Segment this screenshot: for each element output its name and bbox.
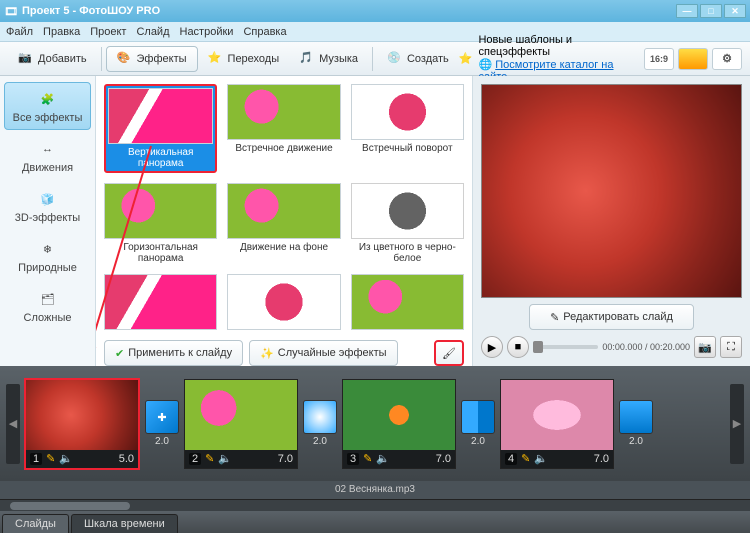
- motion-icon: ↔: [37, 138, 59, 160]
- titlebar: 🎞 Проект 5 - ФотоШОУ PRO — □ ✕: [0, 0, 750, 22]
- maximize-button[interactable]: □: [700, 4, 722, 18]
- transitions-tab[interactable]: ⭐Переходы: [198, 47, 290, 71]
- tab-timeline[interactable]: Шкала времени: [71, 514, 178, 533]
- music-icon: 🎵: [299, 51, 315, 67]
- gear-icon: ⚙: [722, 52, 732, 65]
- effect-item[interactable]: [104, 274, 217, 330]
- effect-item[interactable]: Вертикальная панорама: [104, 84, 217, 173]
- timeline-slide[interactable]: 1✎🔈5.0: [24, 378, 140, 470]
- close-button[interactable]: ✕: [724, 4, 746, 18]
- timeline-next[interactable]: ▶: [730, 384, 744, 464]
- star-icon: ⭐: [208, 51, 224, 67]
- add-button[interactable]: 📷Добавить: [8, 47, 97, 71]
- create-button[interactable]: 💿Создать: [377, 47, 459, 71]
- random-button[interactable]: ✨Случайные эффекты: [249, 340, 397, 366]
- effect-item[interactable]: [227, 274, 340, 330]
- effect-item[interactable]: Из цветного в черно-белое: [351, 183, 464, 264]
- menubar: Файл Правка Проект Слайд Настройки Справ…: [0, 22, 750, 42]
- bottom-tabs: Слайды Шкала времени: [0, 511, 750, 533]
- star-icon: ⭐: [459, 52, 473, 65]
- menu-edit[interactable]: Правка: [43, 26, 80, 38]
- timeline-slide[interactable]: 4✎🔈7.0: [500, 379, 614, 469]
- preview-panel: ✎Редактировать слайд ▶ ■ 00:00.000 / 00:…: [472, 76, 750, 366]
- transition-item[interactable]: ✚2.0: [144, 400, 180, 447]
- menu-project[interactable]: Проект: [90, 26, 126, 38]
- pencil-icon: ✎: [550, 311, 559, 324]
- fullscreen-button[interactable]: ⛶: [720, 336, 742, 358]
- app-icon: 🎞: [4, 5, 18, 18]
- sidebar-item-3d[interactable]: 🧊3D-эффекты: [4, 182, 91, 230]
- toolbar: 📷Добавить 🎨Эффекты ⭐Переходы 🎵Музыка 💿Со…: [0, 42, 750, 76]
- play-button[interactable]: ▶: [481, 336, 503, 358]
- effects-sidebar: 🧩Все эффекты ↔Движения 🧊3D-эффекты ❄Прир…: [0, 76, 96, 366]
- menu-settings[interactable]: Настройки: [180, 26, 234, 38]
- seek-slider[interactable]: [533, 345, 598, 349]
- camera-icon: 📷: [698, 341, 712, 354]
- sidebar-item-all[interactable]: 🧩Все эффекты: [4, 82, 91, 130]
- check-icon: ✔: [115, 347, 124, 360]
- camera-icon: 📷: [18, 51, 34, 67]
- sound-icon[interactable]: 🔈: [59, 452, 73, 465]
- menu-slide[interactable]: Слайд: [136, 26, 169, 38]
- snapshot-button[interactable]: 📷: [694, 336, 716, 358]
- menu-file[interactable]: Файл: [6, 26, 33, 38]
- effect-item[interactable]: Встречное движение: [227, 84, 340, 173]
- window-title: Проект 5 - ФотоШОУ PRO: [22, 5, 160, 17]
- puzzle-icon: 🧩: [37, 88, 59, 110]
- expand-icon: ⛶: [727, 341, 735, 354]
- brush-icon: 🖌: [442, 347, 456, 360]
- sidebar-item-nature[interactable]: ❄Природные: [4, 232, 91, 280]
- transition-item[interactable]: 2.0: [302, 400, 338, 447]
- timeline-slide[interactable]: 3✎🔈7.0: [342, 379, 456, 469]
- aspect-button[interactable]: 16:9: [644, 48, 674, 70]
- effect-item[interactable]: [351, 274, 464, 330]
- tab-slides[interactable]: Слайды: [2, 514, 69, 533]
- effect-item[interactable]: Встречный поворот: [351, 84, 464, 173]
- transition-item[interactable]: 2.0: [460, 400, 496, 447]
- snowflake-icon: ❄: [37, 238, 59, 260]
- minimize-button[interactable]: —: [676, 4, 698, 18]
- palette-icon: 🎨: [117, 51, 133, 67]
- display-button[interactable]: [678, 48, 708, 70]
- sidebar-item-complex[interactable]: 🗂Сложные: [4, 282, 91, 330]
- apply-button[interactable]: ✔Применить к слайду: [104, 340, 243, 366]
- wand-icon: ✨: [260, 347, 274, 360]
- preview-image: [481, 84, 742, 298]
- menu-help[interactable]: Справка: [243, 26, 286, 38]
- sidebar-item-motion[interactable]: ↔Движения: [4, 132, 91, 180]
- plus-icon: ✚: [157, 411, 166, 424]
- effects-tab[interactable]: 🎨Эффекты: [106, 46, 198, 72]
- effects-panel: Вертикальная панорама Встречное движение…: [96, 76, 472, 366]
- brush-button[interactable]: 🖌: [434, 340, 464, 366]
- effect-item[interactable]: Движение на фоне: [227, 183, 340, 264]
- timecode: 00:00.000 / 00:20.000: [602, 342, 690, 352]
- music-tab[interactable]: 🎵Музыка: [289, 47, 368, 71]
- disc-icon: 💿: [387, 51, 403, 67]
- globe-icon: 🌐: [478, 59, 492, 71]
- timeline-slide[interactable]: 2✎🔈7.0: [184, 379, 298, 469]
- timeline-scrollbar[interactable]: [0, 499, 750, 511]
- cube-icon: 🧊: [37, 188, 59, 210]
- edit-slide-button[interactable]: ✎Редактировать слайд: [529, 304, 694, 330]
- promo-line1: Новые шаблоны и спецэффекты: [478, 34, 634, 58]
- timeline: ◀ 1✎🔈5.0 ✚2.0 2✎🔈7.0 2.0 3✎🔈7.0 2.0 4✎🔈7…: [0, 366, 750, 481]
- pencil-icon[interactable]: ✎: [46, 452, 55, 465]
- effect-item[interactable]: Горизонтальная панорама: [104, 183, 217, 264]
- layers-icon: 🗂: [37, 288, 59, 310]
- stop-button[interactable]: ■: [507, 336, 529, 358]
- transition-item[interactable]: 2.0: [618, 400, 654, 447]
- timeline-prev[interactable]: ◀: [6, 384, 20, 464]
- audio-track[interactable]: 02 Веснянка.mp3: [0, 481, 750, 499]
- settings-button[interactable]: ⚙: [712, 48, 742, 70]
